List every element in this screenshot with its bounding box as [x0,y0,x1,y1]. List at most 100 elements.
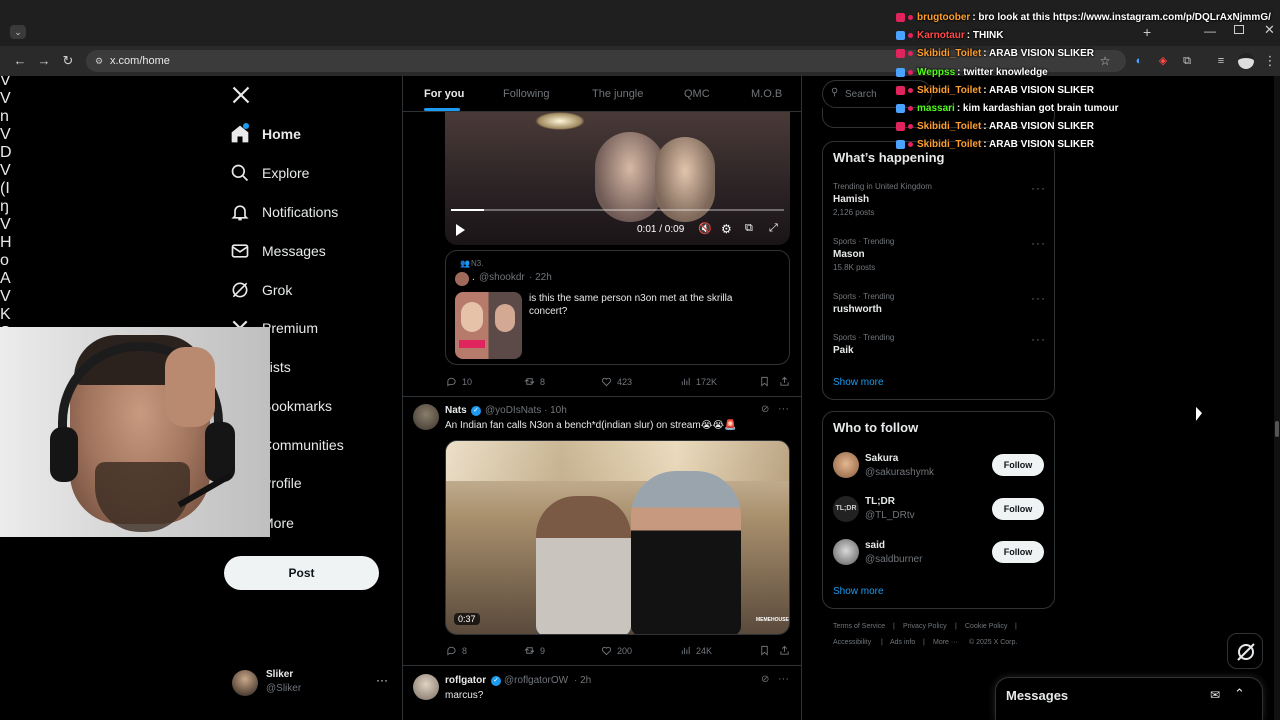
tweet-author-name[interactable]: Nats [445,405,467,416]
share-button[interactable] [779,376,795,387]
share-button[interactable] [779,645,795,656]
trend-item[interactable]: Sports · Trending Mason 15.8K posts [833,237,1043,272]
scrollbar-thumb[interactable] [1275,421,1279,437]
tab-search-button[interactable]: ⌄ [10,25,26,39]
avatar[interactable] [413,404,439,430]
footer-link-cookie[interactable]: Cookie Policy [965,623,1007,630]
reload-icon[interactable]: ↻ [60,53,76,69]
retweet-button[interactable]: 8 [524,376,545,387]
sidebar-item-notifications[interactable]: Notifications [230,198,338,226]
grok-floating-button[interactable] [1227,633,1263,669]
footer-separator: | [893,623,895,630]
window-close-button[interactable]: ✕ [1264,22,1275,38]
trend-item[interactable]: Trending in United Kingdom Hamish 2,126 … [833,182,1043,217]
settings-gear-icon[interactable]: ⚙ [721,222,732,236]
tweet-video-player[interactable]: 0:37 MEMEHOUSE [445,440,790,635]
browser-menu-icon[interactable]: ⋮ [1262,53,1278,69]
messages-drawer[interactable]: Messages ✉ ⌃ [995,677,1263,720]
extension-blue-icon[interactable]: ◐ [1131,53,1147,69]
footer-link-ads-info[interactable]: Ads info [890,639,915,646]
post-button[interactable]: Post [224,556,379,590]
share-icon [780,645,789,655]
more-dots-icon[interactable]: ··· [1031,291,1046,305]
follow-suggestion-name[interactable]: Sakura [865,453,898,464]
tab-following[interactable]: Following [503,88,549,100]
views-button[interactable]: 24K [680,645,712,656]
quote-tweet-card[interactable]: 👥 N3. . @shookdr · 22h is this the same … [445,250,790,365]
new-message-icon[interactable]: ✉ [1210,688,1220,702]
more-dots-icon[interactable]: ··· [1031,236,1046,250]
page-scrollbar[interactable] [1274,76,1280,720]
tab-qmc[interactable]: QMC [684,88,710,100]
media-controls-icon[interactable]: ≡ [1213,53,1229,69]
trend-item[interactable]: Sports · Trending rushworth [833,292,1043,315]
video-man-right [631,471,741,634]
extensions-puzzle-icon[interactable]: ⧉ [1179,53,1195,69]
mute-icon[interactable]: 🔇 [698,222,712,235]
show-more-link[interactable]: Show more [833,586,884,597]
forward-arrow-icon[interactable]: → [36,53,52,69]
tweet-text: An Indian fan calls N3on a bench*d(india… [445,420,737,431]
reply-button[interactable]: 10 [446,376,472,387]
star-icon[interactable]: ☆ [1097,53,1113,69]
url-text: x.com/home [110,55,170,67]
footer-link-terms[interactable]: Terms of Service [833,623,885,630]
like-button[interactable]: 200 [601,645,632,656]
new-tab-button[interactable]: + [1143,24,1151,40]
more-dots-icon[interactable]: ··· [1031,181,1046,195]
follow-button[interactable]: Follow [992,454,1044,476]
more-dots-icon[interactable]: ··· [778,673,789,685]
fullscreen-icon[interactable]: ⤢ [769,222,778,235]
like-button[interactable]: 423 [601,376,632,387]
footer-link-more[interactable]: More ··· [933,639,958,646]
bookmark-button[interactable] [759,645,775,656]
back-arrow-icon[interactable]: ← [12,53,28,69]
popout-icon[interactable]: ⧉ [745,222,753,235]
trend-item[interactable]: Sports · Trending Paik [833,333,1043,356]
follow-button[interactable]: Follow [992,498,1044,520]
avatar[interactable] [833,539,859,565]
sidebar-item-home[interactable]: Home [230,120,301,148]
grok-icon[interactable]: ⊘ [761,674,769,685]
more-dots-icon: ··· [376,673,388,687]
show-more-link[interactable]: Show more [833,377,884,388]
extension-red-icon[interactable]: ◈ [1155,53,1171,69]
chat-dot-icon [908,124,913,130]
bookmark-button[interactable] [759,376,775,387]
retweet-button[interactable]: 9 [524,645,545,656]
more-dots-icon[interactable]: ··· [1031,332,1046,346]
avatar[interactable] [833,452,859,478]
sidebar-item-grok[interactable]: Grok [230,276,292,304]
avatar[interactable] [413,674,439,700]
tweet-author-name[interactable]: roflgator [445,675,486,686]
sidebar-item-messages[interactable]: Messages [230,237,326,265]
window-minimize-button[interactable]: — [1204,24,1216,38]
tweet-video-player[interactable]: 0:01 / 0:09 🔇 ⚙ ⧉ ⤢ [445,112,790,245]
sidebar-item-explore[interactable]: Explore [230,159,309,187]
profile-avatar[interactable] [1238,53,1254,69]
account-switcher[interactable]: Sliker @Sliker ··· [228,665,388,701]
trend-category: Sports · Trending [833,333,895,342]
avatar[interactable]: TL;DR [833,496,859,522]
more-dots-icon[interactable]: ··· [778,403,789,415]
quote-text: is this the same person n3on met at the … [529,293,733,317]
site-info-icon[interactable]: ⚙ [91,53,107,69]
views-button[interactable]: 172K [680,376,717,387]
play-icon[interactable] [456,224,465,236]
footer-link-accessibility[interactable]: Accessibility [833,639,871,646]
follow-button[interactable]: Follow [992,541,1044,563]
expand-chevron-icon[interactable]: ⌃ [1234,686,1245,702]
reply-button[interactable]: 8 [446,645,467,656]
tweet-time: · 10h [544,405,567,416]
video-scrubber-track[interactable] [451,209,784,211]
follow-suggestion-name[interactable]: TL;DR [865,496,895,507]
tab-for-you[interactable]: For you [424,88,464,100]
x-logo-icon[interactable] [231,85,251,110]
bell-icon [231,205,249,221]
footer-link-privacy[interactable]: Privacy Policy [903,623,947,630]
window-restore-button[interactable] [1234,25,1244,34]
tab-the-jungle[interactable]: The jungle [592,88,643,100]
follow-suggestion-name[interactable]: said [865,540,885,551]
tab-mob[interactable]: M.O.B [751,88,782,100]
grok-icon[interactable]: ⊘ [761,404,769,415]
